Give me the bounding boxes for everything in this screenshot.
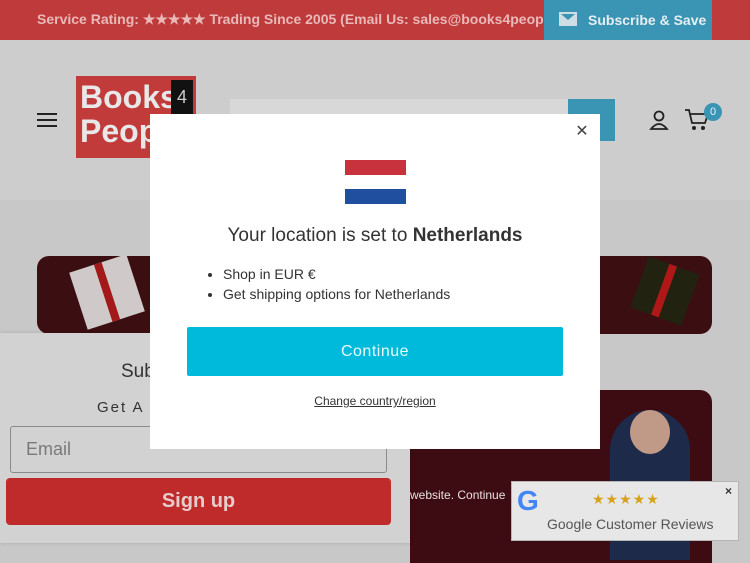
mail-icon xyxy=(559,12,577,26)
menu-icon[interactable] xyxy=(37,113,57,127)
newsletter-subtitle: Get A xyxy=(97,399,145,416)
website-text: website. Continue xyxy=(410,488,506,502)
close-icon[interactable]: × xyxy=(725,484,732,498)
location-modal: ✕ Your location is set to Netherlands Sh… xyxy=(150,114,600,449)
location-bullets: Shop in EUR € Get shipping options for N… xyxy=(203,266,450,306)
google-logo-icon: G xyxy=(517,485,539,516)
logo-number: 4 xyxy=(171,80,193,114)
gift-icon xyxy=(69,256,145,330)
close-icon[interactable]: ✕ xyxy=(574,124,590,140)
list-item: Get shipping options for Netherlands xyxy=(223,286,450,302)
cart-count-badge: 0 xyxy=(704,103,722,121)
change-country-link[interactable]: Change country/region xyxy=(150,394,600,408)
announcement-text: Service Rating: ★★★★★ Trading Since 2005… xyxy=(37,11,593,27)
subscribe-button[interactable]: Subscribe & Save xyxy=(544,0,712,40)
rating-stars: ★★★★★ xyxy=(592,491,660,507)
subscribe-label: Subscribe & Save xyxy=(588,12,707,28)
account-icon[interactable] xyxy=(649,110,669,130)
announcement-bar: Service Rating: ★★★★★ Trading Since 2005… xyxy=(0,0,750,40)
location-title: Your location is set to Netherlands xyxy=(227,225,523,246)
gift-icon xyxy=(630,256,700,326)
list-item: Shop in EUR € xyxy=(223,266,450,282)
google-reviews-badge[interactable]: G ★★★★★ Google Customer Reviews × xyxy=(511,481,739,541)
reviews-label: Google Customer Reviews xyxy=(547,516,714,532)
netherlands-flag-icon xyxy=(345,160,406,204)
continue-button[interactable]: Continue xyxy=(187,327,563,376)
signup-button[interactable]: Sign up xyxy=(6,478,391,525)
